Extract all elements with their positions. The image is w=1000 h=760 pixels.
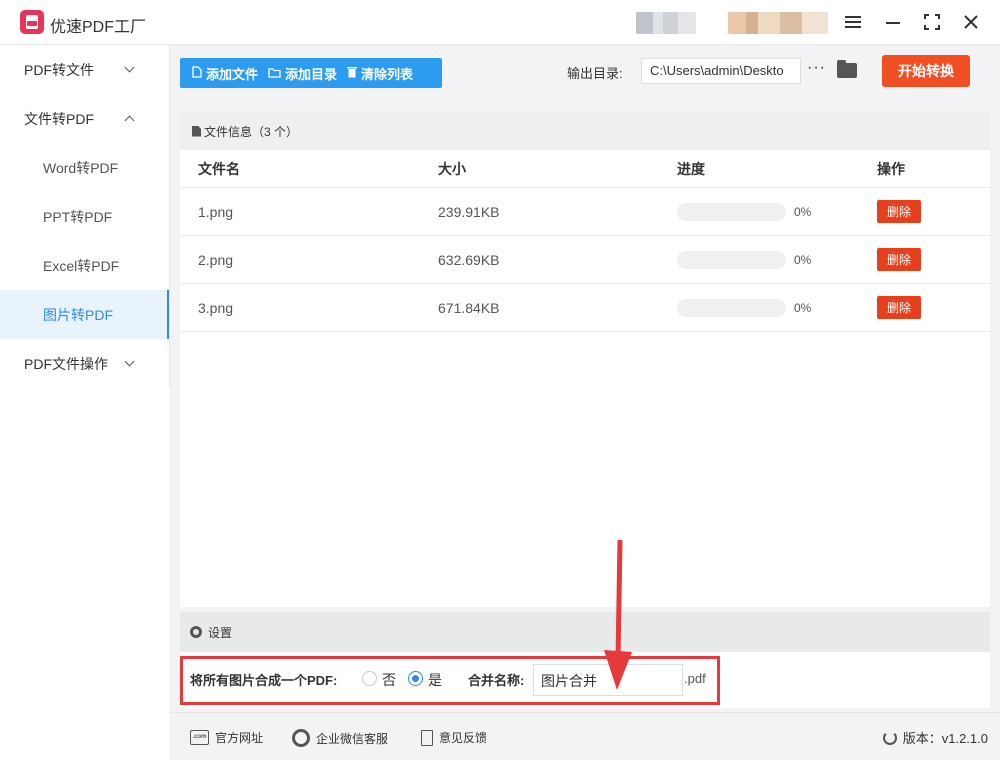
hamburger-icon[interactable] bbox=[841, 10, 865, 34]
chevron-down-icon bbox=[124, 62, 135, 73]
file-info-header: 文件信息（3 个） bbox=[180, 112, 990, 150]
gear-icon bbox=[190, 626, 202, 638]
column-header-progress: 进度 bbox=[677, 160, 705, 177]
sidebar-item-pdf-to-file[interactable]: PDF转文件 bbox=[0, 45, 169, 94]
official-website-link[interactable]: .com 官方网址 bbox=[190, 729, 263, 746]
table-row: 1.png 239.91KB 0% 删除 bbox=[180, 188, 990, 236]
sidebar-item-label: Excel转PDF bbox=[43, 257, 120, 274]
delete-button[interactable]: 删除 bbox=[877, 200, 921, 223]
sidebar-item-label: PDF转文件 bbox=[24, 61, 94, 78]
folder-icon bbox=[268, 66, 281, 81]
sidebar-item-pdf-operations[interactable]: PDF文件操作 bbox=[0, 339, 169, 388]
footer-bar: .com 官方网址 企业微信客服 意见反馈 版本：v1.2.1.0 bbox=[170, 712, 1000, 760]
open-folder-icon[interactable] bbox=[837, 60, 857, 78]
file-list-panel: 文件信息（3 个） 文件名 大小 进度 操作 1.png 239.91KB 0%… bbox=[180, 112, 990, 607]
merge-yes-label[interactable]: 是 bbox=[428, 670, 442, 690]
progress-percent: 0% bbox=[794, 300, 812, 315]
sidebar-item-label: 图片转PDF bbox=[43, 306, 113, 323]
sidebar-item-ppt-to-pdf[interactable]: PPT转PDF bbox=[0, 192, 169, 241]
app-title: 优速PDF工厂 bbox=[50, 19, 147, 36]
file-icon bbox=[192, 65, 202, 81]
output-dir-input[interactable]: C:\Users\admin\Deskto bbox=[641, 58, 801, 84]
progress-percent: 0% bbox=[794, 204, 812, 219]
progress-bar bbox=[677, 202, 786, 221]
merge-name-label: 合并名称: bbox=[468, 673, 525, 688]
chevron-up-icon bbox=[124, 115, 135, 126]
column-header-size: 大小 bbox=[438, 160, 466, 177]
file-name: 1.png bbox=[198, 203, 234, 220]
output-dir-label: 输出目录: bbox=[567, 66, 623, 81]
file-name: 3.png bbox=[198, 299, 234, 316]
chat-icon bbox=[292, 729, 310, 747]
blurred-account-info bbox=[636, 12, 696, 34]
file-toolbar: 添加文件 添加目录 清除列表 bbox=[180, 58, 442, 88]
version-info[interactable]: 版本：v1.2.1.0 bbox=[882, 728, 988, 747]
sidebar-item-label: Word转PDF bbox=[43, 159, 119, 176]
sidebar-item-image-to-pdf[interactable]: 图片转PDF bbox=[0, 290, 169, 339]
document-icon bbox=[192, 125, 201, 137]
file-info-title: 文件信息（3 个） bbox=[204, 124, 299, 139]
delete-button[interactable]: 删除 bbox=[877, 248, 921, 271]
file-name: 2.png bbox=[198, 251, 234, 268]
start-convert-button[interactable]: 开始转换 bbox=[882, 55, 970, 87]
minimize-icon[interactable] bbox=[881, 10, 905, 34]
more-options-icon[interactable]: ··· bbox=[807, 59, 826, 77]
column-header-name: 文件名 bbox=[198, 160, 240, 177]
table-header: 文件名 大小 进度 操作 bbox=[180, 150, 990, 188]
sidebar-item-word-to-pdf[interactable]: Word转PDF bbox=[0, 143, 169, 192]
settings-header: 设置 bbox=[180, 612, 990, 652]
sidebar-item-label: 文件转PDF bbox=[24, 110, 94, 127]
wechat-support-link[interactable]: 企业微信客服 bbox=[292, 729, 388, 747]
website-icon: .com bbox=[190, 730, 209, 745]
add-folder-button[interactable]: 添加目录 bbox=[268, 64, 337, 83]
table-row: 2.png 632.69KB 0% 删除 bbox=[180, 236, 990, 284]
file-size: 671.84KB bbox=[438, 299, 500, 316]
blurred-user-avatar[interactable] bbox=[728, 12, 828, 34]
close-icon[interactable] bbox=[959, 10, 983, 34]
fullscreen-icon[interactable] bbox=[920, 10, 944, 34]
sidebar: PDF转文件 文件转PDF Word转PDF PPT转PDF Excel转PDF… bbox=[0, 45, 170, 388]
sidebar-item-excel-to-pdf[interactable]: Excel转PDF bbox=[0, 241, 169, 290]
settings-title: 设置 bbox=[208, 625, 233, 640]
file-size: 632.69KB bbox=[438, 251, 500, 268]
chevron-down-icon bbox=[124, 356, 135, 367]
trash-icon bbox=[347, 66, 358, 81]
file-size: 239.91KB bbox=[438, 203, 500, 220]
sidebar-item-label: PDF文件操作 bbox=[24, 355, 108, 372]
table-row: 3.png 671.84KB 0% 删除 bbox=[180, 284, 990, 332]
progress-percent: 0% bbox=[794, 252, 812, 267]
annotation-arrow bbox=[604, 540, 632, 690]
delete-button[interactable]: 删除 bbox=[877, 296, 921, 319]
feedback-link[interactable]: 意见反馈 bbox=[421, 729, 487, 746]
merge-no-radio[interactable] bbox=[362, 671, 377, 686]
refresh-icon bbox=[882, 730, 897, 745]
merge-no-label[interactable]: 否 bbox=[382, 670, 396, 690]
title-bar: 优速PDF工厂 bbox=[0, 0, 1000, 45]
main-panel: 添加文件 添加目录 清除列表 输出目录: C:\Users\admin\Desk… bbox=[170, 45, 1000, 760]
app-logo-icon bbox=[20, 10, 44, 34]
column-header-action: 操作 bbox=[877, 160, 905, 177]
sidebar-item-label: PPT转PDF bbox=[43, 208, 113, 225]
merge-pdf-label: 将所有图片合成一个PDF: bbox=[190, 673, 338, 688]
sidebar-item-file-to-pdf[interactable]: 文件转PDF bbox=[0, 94, 169, 143]
progress-bar bbox=[677, 298, 786, 317]
progress-bar bbox=[677, 250, 786, 269]
add-file-button[interactable]: 添加文件 bbox=[192, 64, 258, 83]
feedback-icon bbox=[421, 729, 433, 746]
merge-yes-radio[interactable] bbox=[408, 671, 423, 686]
clear-list-button[interactable]: 清除列表 bbox=[347, 64, 413, 83]
pdf-extension-label: .pdf bbox=[684, 671, 706, 686]
